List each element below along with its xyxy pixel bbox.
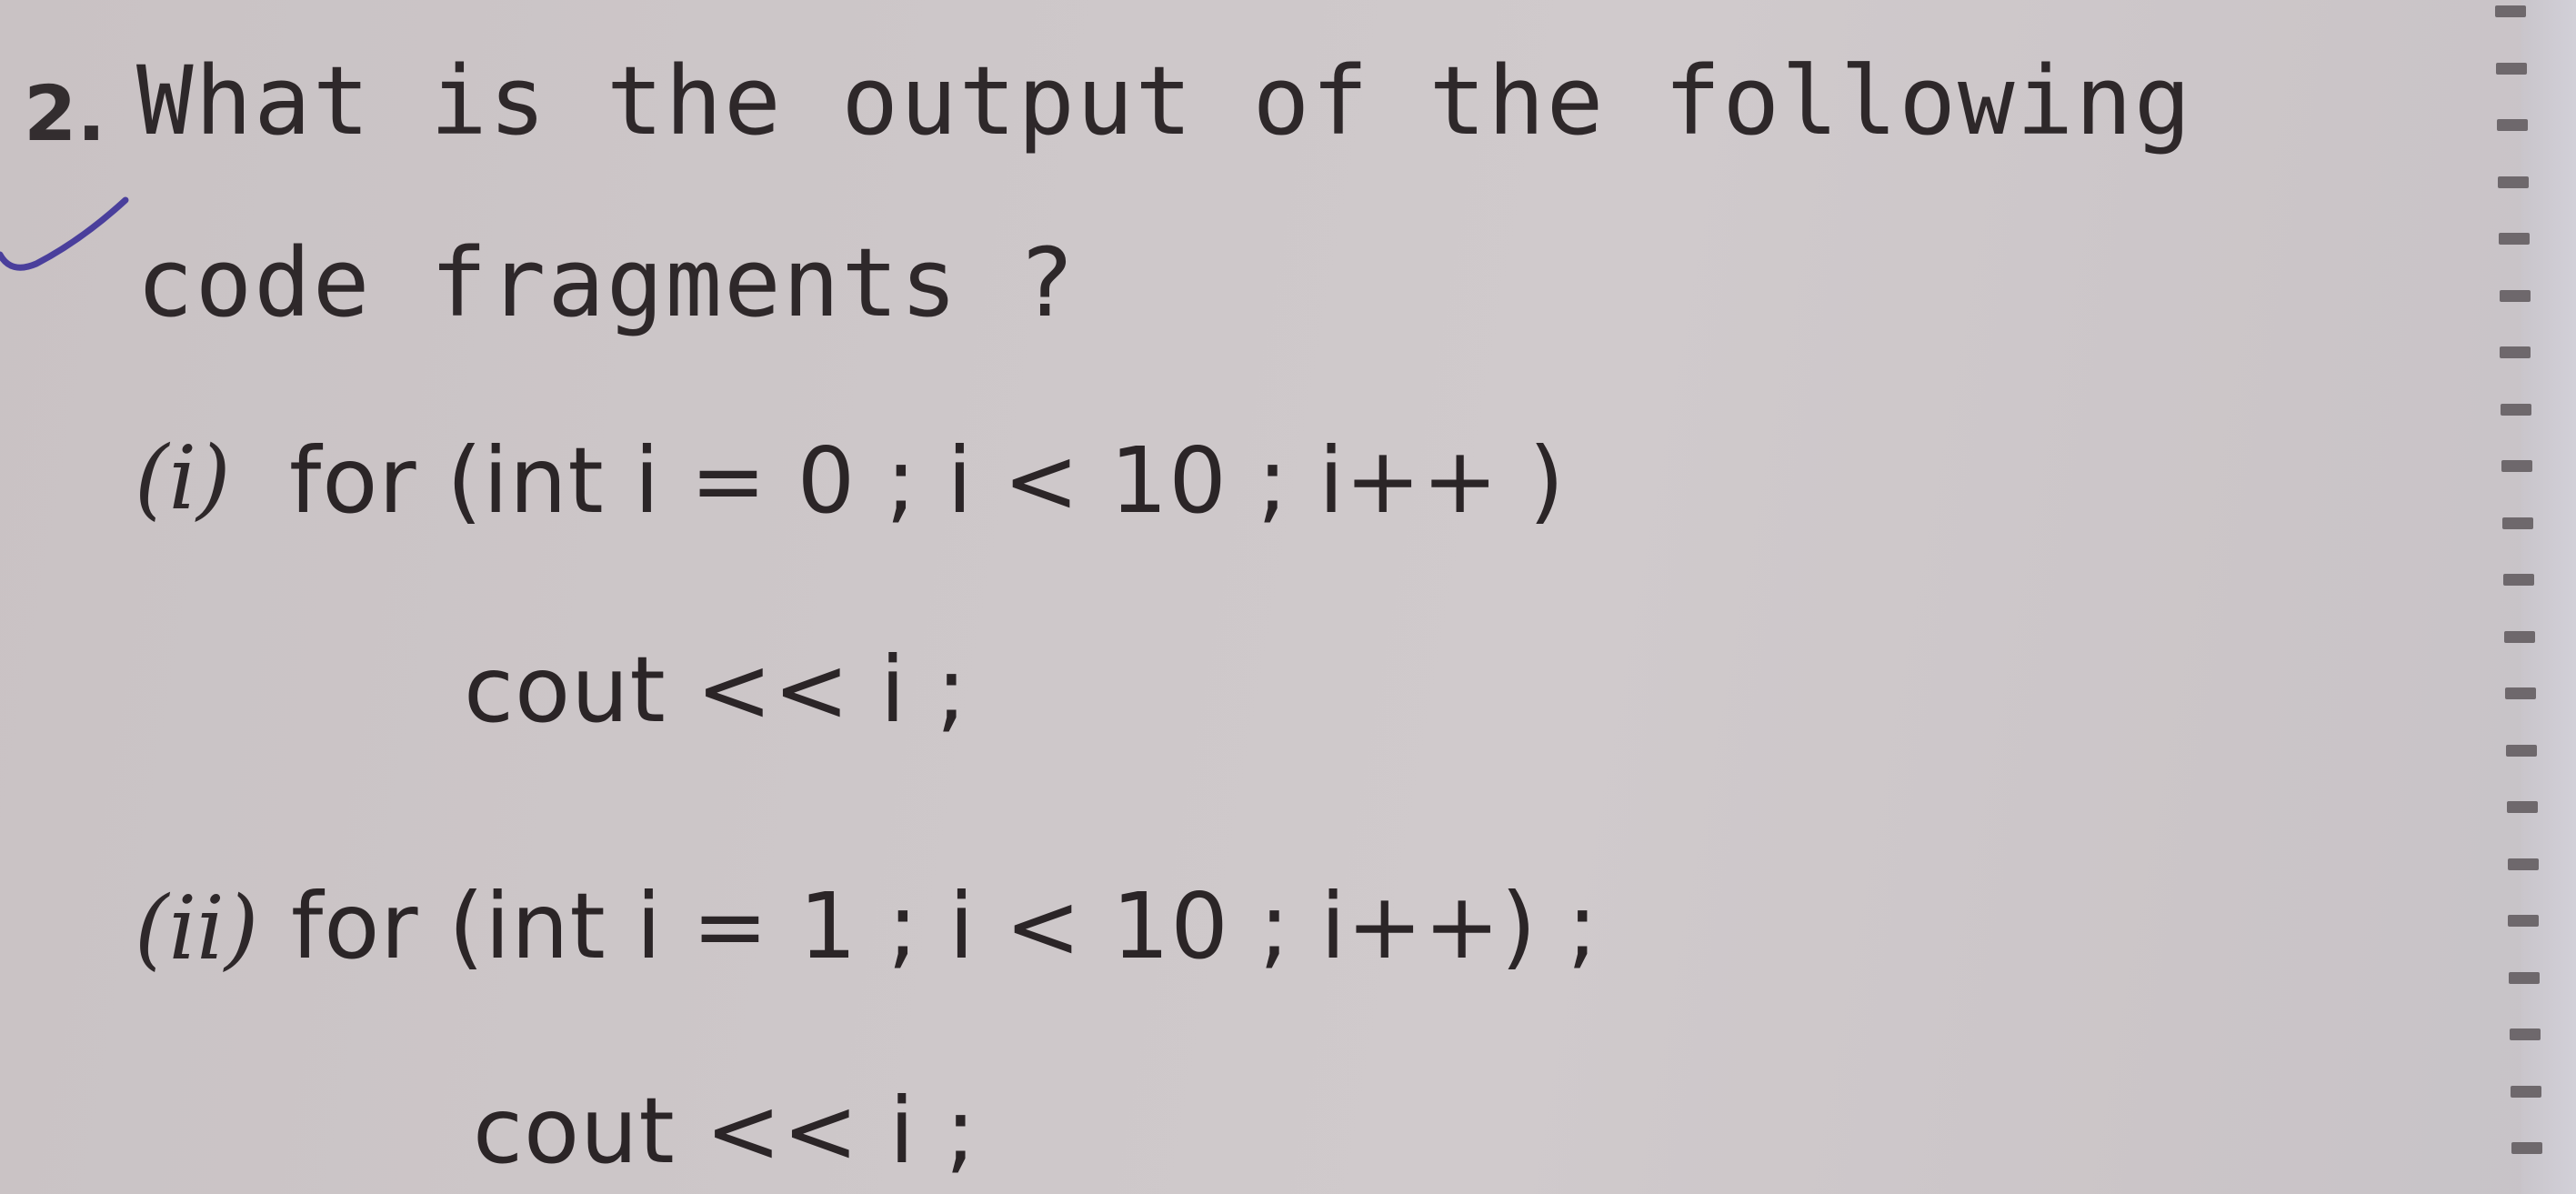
- check-mark-icon: [0, 196, 129, 271]
- question-number: 2.: [24, 69, 106, 158]
- code-line: for (int i = 0 ; i < 10 ; i++ ): [289, 427, 1566, 534]
- perforation-dash: [2496, 119, 2528, 131]
- perforation-dash: [2498, 233, 2530, 245]
- perforation-dash: [2495, 5, 2526, 17]
- perforation-dash: [2508, 915, 2540, 927]
- perforation-dash: [2511, 1085, 2542, 1098]
- part-label-ii: (ii): [135, 878, 259, 979]
- perforation-dash: [2506, 801, 2538, 813]
- question-text-line-2: code fragments ?: [136, 227, 1077, 338]
- perforation-dash: [2507, 858, 2539, 870]
- perforation-dash: [2495, 62, 2527, 75]
- code-line: for (int i = 1 ; i < 10 ; i++) ;: [291, 873, 1599, 979]
- perforation-dash: [2510, 1028, 2541, 1040]
- perforation-dash: [2509, 971, 2541, 984]
- part-label-i: (i): [135, 427, 231, 529]
- perforation-dash: [2501, 460, 2533, 472]
- perforation-dash: [2511, 1142, 2542, 1154]
- perforation-dash: [2504, 687, 2536, 699]
- perforation-dash: [2503, 630, 2535, 643]
- code-line: cout << i ;: [473, 1078, 977, 1184]
- perforation-dash: [2502, 517, 2534, 529]
- perforation-dash: [2497, 176, 2529, 188]
- perforation-dash: [2501, 403, 2532, 416]
- question-text-line-1: What is the output of the following: [136, 45, 2193, 156]
- perforation-dash: [2500, 346, 2531, 358]
- perforation-dash: [2505, 744, 2537, 757]
- perforation-dash: [2503, 574, 2534, 586]
- perforation-dash: [2499, 289, 2531, 302]
- perforated-edge-icon: [2495, 0, 2542, 1194]
- code-line: cout << i ;: [464, 637, 968, 743]
